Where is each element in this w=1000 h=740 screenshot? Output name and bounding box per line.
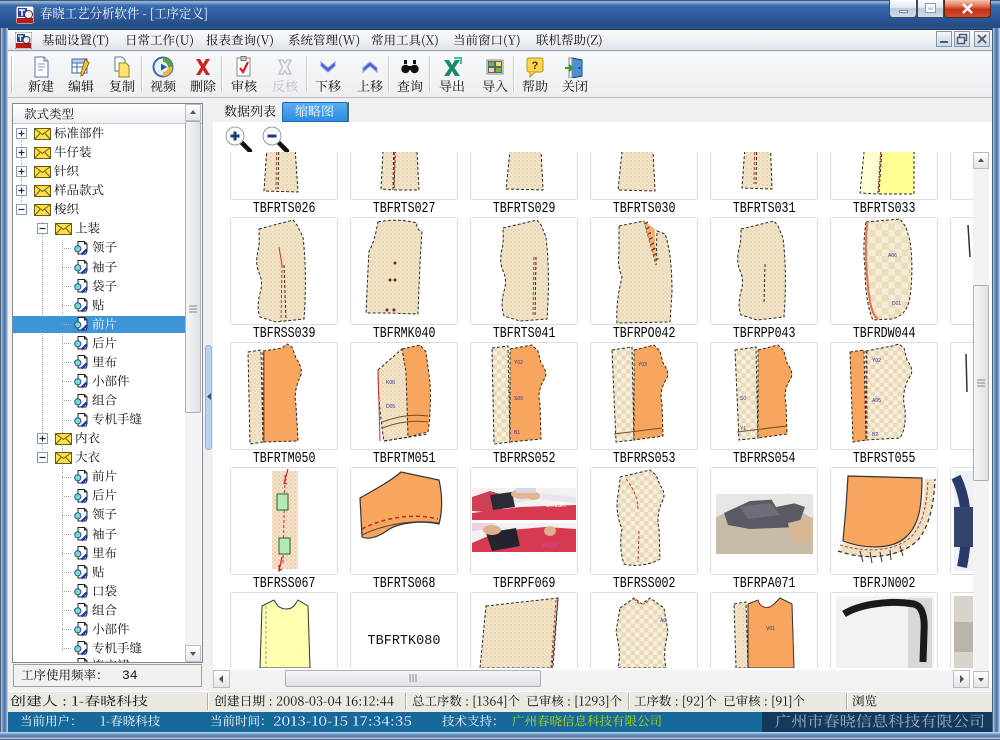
svg-text:D05: D05 — [386, 404, 395, 410]
svg-text:Y1: Y1 — [740, 426, 746, 432]
svg-text:S09: S09 — [514, 396, 523, 402]
svg-text:S0: S0 — [740, 396, 746, 402]
svg-text:V01: V01 — [766, 626, 775, 632]
svg-text:TBFRTK080: TBFRTK080 — [368, 634, 441, 649]
svg-text:D01: D01 — [892, 301, 901, 307]
svg-text:Y03: Y03 — [638, 362, 647, 368]
svg-text:B1: B1 — [514, 430, 520, 436]
svg-text:?: ? — [532, 60, 539, 72]
svg-text:Y02: Y02 — [514, 360, 523, 366]
svg-text:B2: B2 — [872, 432, 878, 438]
svg-text:A06: A06 — [888, 253, 897, 259]
svg-text:K08: K08 — [386, 380, 395, 386]
svg-text:W.Ltd: W.Ltd — [542, 543, 557, 549]
svg-text:E015R: E015R — [546, 502, 566, 509]
svg-text:A05: A05 — [872, 398, 881, 404]
svg-text:A0: A0 — [660, 618, 666, 624]
svg-text:Y02: Y02 — [872, 358, 881, 364]
